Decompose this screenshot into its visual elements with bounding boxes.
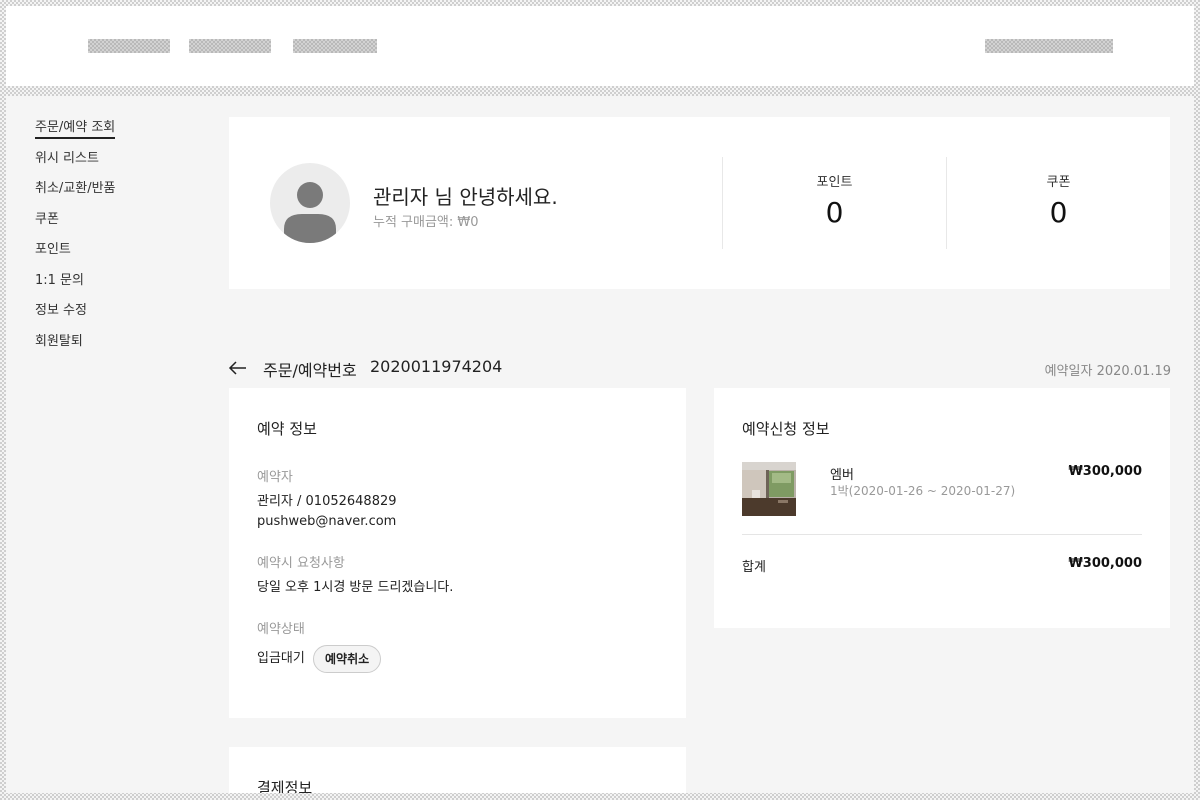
sidebar-item-coupons[interactable]: 쿠폰 bbox=[35, 210, 205, 241]
arrow-left-icon[interactable] bbox=[228, 358, 248, 378]
room-name[interactable]: 엠버 bbox=[830, 464, 854, 483]
total-amount: ₩300,000 bbox=[1068, 556, 1142, 571]
booking-request-card: 예약신청 정보 엠버 1박(2020-01-26 ~ 2020-01-27) ₩… bbox=[714, 388, 1170, 628]
sidebar-item-orders[interactable]: 주문/예약 조회 bbox=[35, 118, 205, 149]
avatar-user-icon bbox=[270, 163, 350, 243]
sidebar-item-cancel-exchange-return[interactable]: 취소/교환/반품 bbox=[35, 179, 205, 210]
points-label: 포인트 bbox=[816, 175, 853, 190]
sidebar-item-inquiry[interactable]: 1:1 문의 bbox=[35, 271, 205, 302]
divider bbox=[742, 534, 1142, 535]
request-note-value: 당일 오후 1시경 방문 드리겠습니다. bbox=[257, 580, 454, 595]
coupons-label: 쿠폰 bbox=[1046, 175, 1071, 190]
nav-item-placeholder-2[interactable] bbox=[189, 39, 271, 53]
total-label: 합계 bbox=[742, 560, 766, 575]
booking-info-card: 예약 정보 예약자 관리자 / 01052648829 pushweb@nave… bbox=[229, 388, 686, 718]
booker-label: 예약자 bbox=[257, 470, 293, 485]
status-label: 예약상태 bbox=[257, 622, 305, 637]
order-date: 예약일자 2020.01.19 bbox=[1044, 364, 1171, 379]
points-stat[interactable]: 포인트 0 bbox=[722, 157, 946, 249]
room-thumbnail[interactable] bbox=[742, 462, 796, 516]
request-note-label: 예약시 요청사항 bbox=[257, 556, 345, 571]
sidebar-item-points[interactable]: 포인트 bbox=[35, 240, 205, 271]
booker-email: pushweb@naver.com bbox=[257, 514, 397, 529]
sidebar-item-wishlist[interactable]: 위시 리스트 bbox=[35, 149, 205, 180]
order-number-label: 주문/예약번호 bbox=[263, 361, 357, 380]
room-price: ₩300,000 bbox=[1068, 464, 1142, 479]
booker-name-phone: 관리자 / 01052648829 bbox=[257, 494, 397, 509]
payment-info-title: 결제정보 bbox=[257, 779, 313, 793]
order-number: 2020011974204 bbox=[370, 357, 503, 376]
cancel-booking-button[interactable]: 예약취소 bbox=[313, 645, 382, 673]
order-header: 주문/예약번호 2020011974204 예약일자 2020.01.19 bbox=[228, 356, 1171, 380]
points-value: 0 bbox=[825, 196, 844, 229]
payment-info-card: 결제정보 bbox=[229, 747, 686, 793]
top-header bbox=[6, 6, 1194, 86]
main-content: 주문/예약 조회 위시 리스트 취소/교환/반품 쿠폰 포인트 1:1 문의 정… bbox=[6, 96, 1194, 793]
mypage-sidebar: 주문/예약 조회 위시 리스트 취소/교환/반품 쿠폰 포인트 1:1 문의 정… bbox=[35, 118, 205, 362]
sidebar-item-withdraw[interactable]: 회원탈퇴 bbox=[35, 332, 205, 363]
greeting-text: 관리자 님 안녕하세요. bbox=[373, 185, 558, 209]
nav-item-placeholder-1[interactable] bbox=[88, 39, 170, 53]
room-stay-dates: 1박(2020-01-26 ~ 2020-01-27) bbox=[830, 484, 1016, 498]
coupons-stat[interactable]: 쿠폰 0 bbox=[946, 157, 1170, 249]
profile-summary-card: 관리자 님 안녕하세요. 누적 구매금액: ₩0 포인트 0 쿠폰 0 bbox=[229, 117, 1170, 289]
status-value: 입금대기 bbox=[257, 651, 305, 666]
coupons-value: 0 bbox=[1049, 196, 1068, 229]
booking-info-title: 예약 정보 bbox=[257, 420, 317, 438]
header-right-placeholder[interactable] bbox=[985, 39, 1113, 53]
total-purchase-amount: 누적 구매금액: ₩0 bbox=[373, 215, 479, 230]
nav-item-placeholder-3[interactable] bbox=[293, 39, 377, 53]
booking-request-title: 예약신청 정보 bbox=[742, 420, 830, 438]
sidebar-item-edit-info[interactable]: 정보 수정 bbox=[35, 301, 205, 332]
